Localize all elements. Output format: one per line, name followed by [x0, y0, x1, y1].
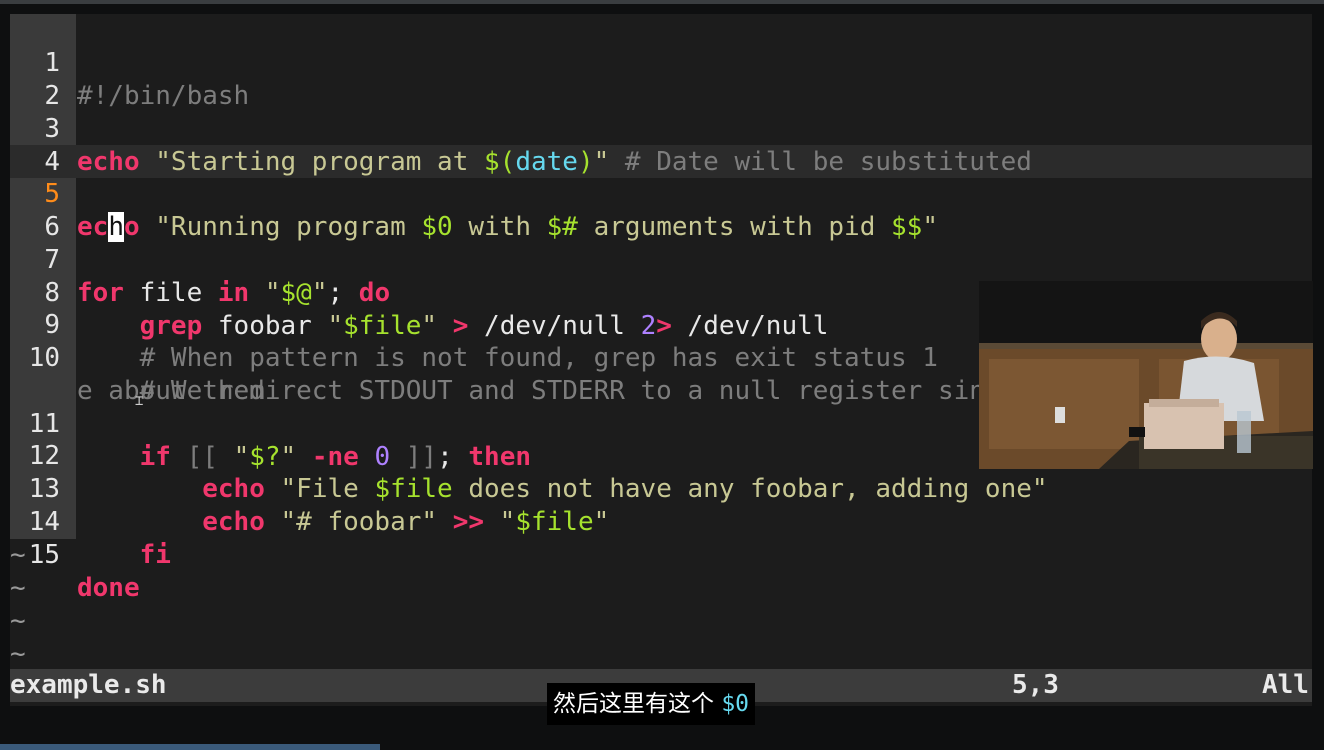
string: does not have any foobar, adding one"	[452, 474, 1048, 504]
path: /dev/null	[468, 311, 641, 341]
keyword-done: done	[77, 573, 140, 603]
string: "File	[264, 474, 375, 504]
empty-line-tilde: ~	[10, 606, 26, 636]
vim-command-line[interactable]: f	[1132, 702, 1148, 706]
status-filename: example.sh	[10, 670, 167, 700]
variable: $file	[343, 311, 422, 341]
text-cursor: h	[108, 212, 124, 242]
identifier: file	[123, 278, 218, 308]
redirect-operator: >	[656, 311, 672, 341]
code-line: 10 # We redirect STDOUT and STDERR to a …	[10, 309, 1236, 406]
variable: $#	[546, 212, 578, 242]
code-line: 3 echo "Starting program at $(date)" # D…	[10, 80, 1032, 177]
string: "	[311, 278, 328, 308]
path: /dev/null	[671, 311, 829, 341]
keyword-if: if	[139, 442, 171, 472]
subst-open: $(	[484, 147, 516, 177]
string: "	[593, 147, 610, 177]
subst-close: )	[577, 147, 594, 177]
bracket: ]]	[390, 442, 438, 472]
code-line-wrap: e about them	[10, 342, 265, 406]
code-line: 7 for file in "$@"; do	[10, 211, 390, 308]
number: 0	[374, 442, 391, 472]
code-line-current: 5 echo "Running program $0 with $# argum…	[10, 145, 938, 242]
keyword-echo: echo	[202, 507, 265, 537]
code-line: 12 echo "File $file does not have any fo…	[10, 407, 1048, 504]
string: "	[327, 311, 344, 341]
string: "	[249, 278, 281, 308]
window-top-bar	[0, 0, 1324, 4]
variable: $$	[891, 212, 923, 242]
subtitle-text: 然后这里有这个	[553, 691, 722, 717]
variable: $file	[515, 507, 594, 537]
empty-line-tilde: ~	[10, 573, 26, 603]
status-cursor-position: 5,3	[1012, 670, 1059, 700]
string: "	[421, 311, 438, 341]
code-line: 11 if [[ "$?" -ne 0 ]]; then	[10, 375, 531, 472]
string: with	[452, 212, 547, 242]
argument: foobar	[202, 311, 328, 341]
keyword-in: in	[217, 278, 250, 308]
comment: e about them	[77, 376, 265, 406]
code-line: 8 grep foobar "$file" > /dev/null 2> /de…	[10, 244, 828, 341]
keyword-fi: fi	[139, 540, 171, 570]
string: "	[922, 212, 938, 242]
string: "Running program	[139, 212, 422, 242]
code-line: 15 done	[10, 506, 140, 603]
subtitle-variable: $0	[721, 691, 750, 717]
redirect-operator: >>	[437, 507, 485, 537]
keyword-echo: echo	[202, 474, 265, 504]
keyword-do: do	[358, 278, 391, 308]
status-scroll: All	[1262, 670, 1309, 700]
keyword-for: for	[77, 278, 124, 308]
lecturer-video-image	[979, 281, 1313, 469]
keyword-echo: o	[123, 212, 140, 242]
punctuation: ;	[437, 442, 469, 472]
string: "	[484, 507, 516, 537]
command-date: date	[515, 147, 578, 177]
redirect-operator: >	[437, 311, 469, 341]
string: "	[593, 507, 610, 537]
comment: # When pattern is not found, grep has ex…	[139, 343, 938, 373]
i-beam-cursor-icon: ⌶	[135, 393, 144, 409]
command-grep: grep	[139, 311, 203, 341]
string: "# foobar"	[264, 507, 438, 537]
operator: -ne	[296, 442, 375, 472]
string: arguments with pid	[577, 212, 892, 242]
empty-line-tilde: ~	[10, 639, 26, 669]
string: "Starting program at	[139, 147, 484, 177]
variable: $file	[374, 474, 453, 504]
variable: $0	[421, 212, 453, 242]
shebang: #!/bin/bash	[77, 81, 250, 111]
variable: $?	[249, 442, 281, 472]
comment: # Date will be substituted	[609, 147, 1032, 177]
punctuation: ;	[327, 278, 359, 308]
code-line: 2	[10, 47, 73, 111]
string: "	[233, 442, 250, 472]
keyword-echo: echo	[77, 147, 140, 177]
keyword-then: then	[468, 442, 532, 472]
video-progress-bar[interactable]	[0, 744, 380, 750]
code-line: 1 #!/bin/bash	[10, 14, 249, 111]
code-line: 4	[10, 113, 73, 177]
bracket: [[	[170, 442, 234, 472]
lecturer-video-overlay	[979, 281, 1313, 469]
file-descriptor: 2	[640, 311, 657, 341]
code-line: 9 # When pattern is not found, grep has …	[10, 276, 938, 373]
video-subtitle: 然后这里有这个 $0	[547, 683, 756, 725]
keyword-echo: ec	[77, 212, 109, 242]
empty-line-tilde: ~	[10, 540, 26, 570]
code-line: 6	[10, 178, 73, 242]
code-line: 13 echo "# foobar" >> "$file"	[10, 440, 610, 537]
code-line: 14 fi	[10, 473, 171, 570]
string: "	[280, 442, 297, 472]
variable: $@	[280, 278, 312, 308]
